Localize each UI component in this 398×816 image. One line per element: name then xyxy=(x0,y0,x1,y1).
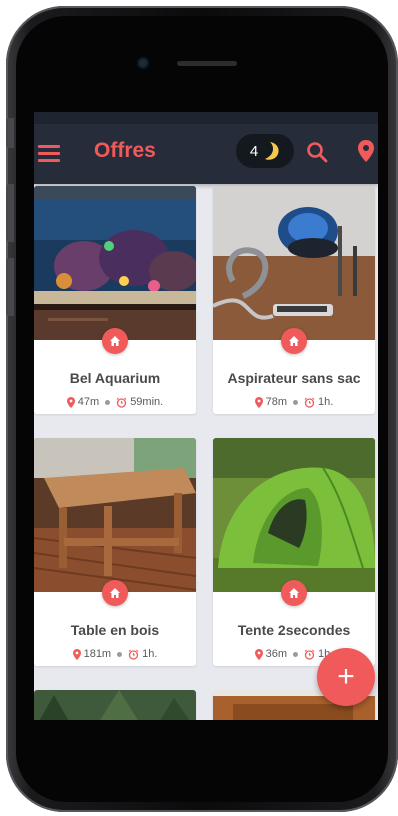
alarm-clock-icon xyxy=(304,397,315,408)
offer-photo-aquarium xyxy=(34,186,196,340)
separator-dot xyxy=(117,651,123,657)
nights-count: 4 xyxy=(249,142,259,160)
location-pin-icon xyxy=(254,396,263,408)
status-bar xyxy=(34,112,378,124)
page-title: Offres xyxy=(94,139,156,162)
offer-name: Tente 2secondes xyxy=(237,622,351,638)
moon-icon xyxy=(265,142,279,160)
offer-name: Aspirateur sans sac xyxy=(227,370,361,386)
alarm-clock-icon xyxy=(128,649,139,660)
home-badge xyxy=(281,328,307,354)
alarm-clock-icon xyxy=(116,397,127,408)
separator-dot xyxy=(293,651,299,657)
offer-name: Bel Aquarium xyxy=(69,370,161,386)
add-offer-button[interactable]: + xyxy=(317,648,375,706)
offer-photo-forest xyxy=(34,690,196,720)
offer-distance: 181m xyxy=(83,648,112,660)
volume-down-button xyxy=(6,258,14,316)
location-pin-icon xyxy=(66,396,75,408)
offer-time: 1h. xyxy=(318,396,334,408)
volume-up-button xyxy=(6,184,14,242)
location-pin-icon xyxy=(72,648,81,660)
home-badge xyxy=(281,580,307,606)
location-pin-icon xyxy=(254,648,263,660)
location-pin-icon[interactable] xyxy=(356,139,376,163)
offer-distance: 78m xyxy=(265,396,288,408)
offer-meta: 47m 59min. xyxy=(34,396,196,408)
offer-distance: 47m xyxy=(77,396,100,408)
offer-card[interactable]: Tente 2secondes 36m 1h. xyxy=(213,438,375,666)
offer-time: 59min. xyxy=(130,396,164,408)
home-badge xyxy=(102,580,128,606)
home-icon xyxy=(289,588,299,598)
home-badge xyxy=(102,328,128,354)
hamburger-menu-icon[interactable] xyxy=(38,143,60,163)
offer-meta: 78m 1h. xyxy=(213,396,375,408)
separator-dot xyxy=(105,399,111,405)
front-camera xyxy=(137,57,149,69)
home-icon xyxy=(110,336,120,346)
offer-photo-table xyxy=(34,438,196,592)
mute-switch xyxy=(6,118,14,148)
app-screen: Offres 4 Bel Aquarium 47m 59min. Aspirat… xyxy=(34,112,378,720)
offer-card[interactable]: Aspirateur sans sac 78m 1h. xyxy=(213,186,375,414)
alarm-clock-icon xyxy=(304,649,315,660)
nights-counter[interactable]: 4 xyxy=(236,134,294,168)
offer-photo-tent xyxy=(213,438,375,592)
offer-card[interactable]: Bel Aquarium 47m 59min. xyxy=(34,186,196,414)
home-icon xyxy=(289,336,299,346)
offer-photo-vacuum xyxy=(213,186,375,340)
search-icon[interactable] xyxy=(306,141,328,163)
earpiece-speaker xyxy=(177,61,237,66)
offer-card[interactable] xyxy=(34,690,196,720)
offer-name: Table en bois xyxy=(70,622,160,638)
offer-meta: 181m 1h. xyxy=(34,648,196,660)
offer-card[interactable]: Table en bois 181m 1h. xyxy=(34,438,196,666)
home-icon xyxy=(110,588,120,598)
app-bar: Offres 4 xyxy=(34,124,378,184)
offer-time: 1h. xyxy=(142,648,158,660)
separator-dot xyxy=(293,399,299,405)
offer-distance: 36m xyxy=(265,648,288,660)
